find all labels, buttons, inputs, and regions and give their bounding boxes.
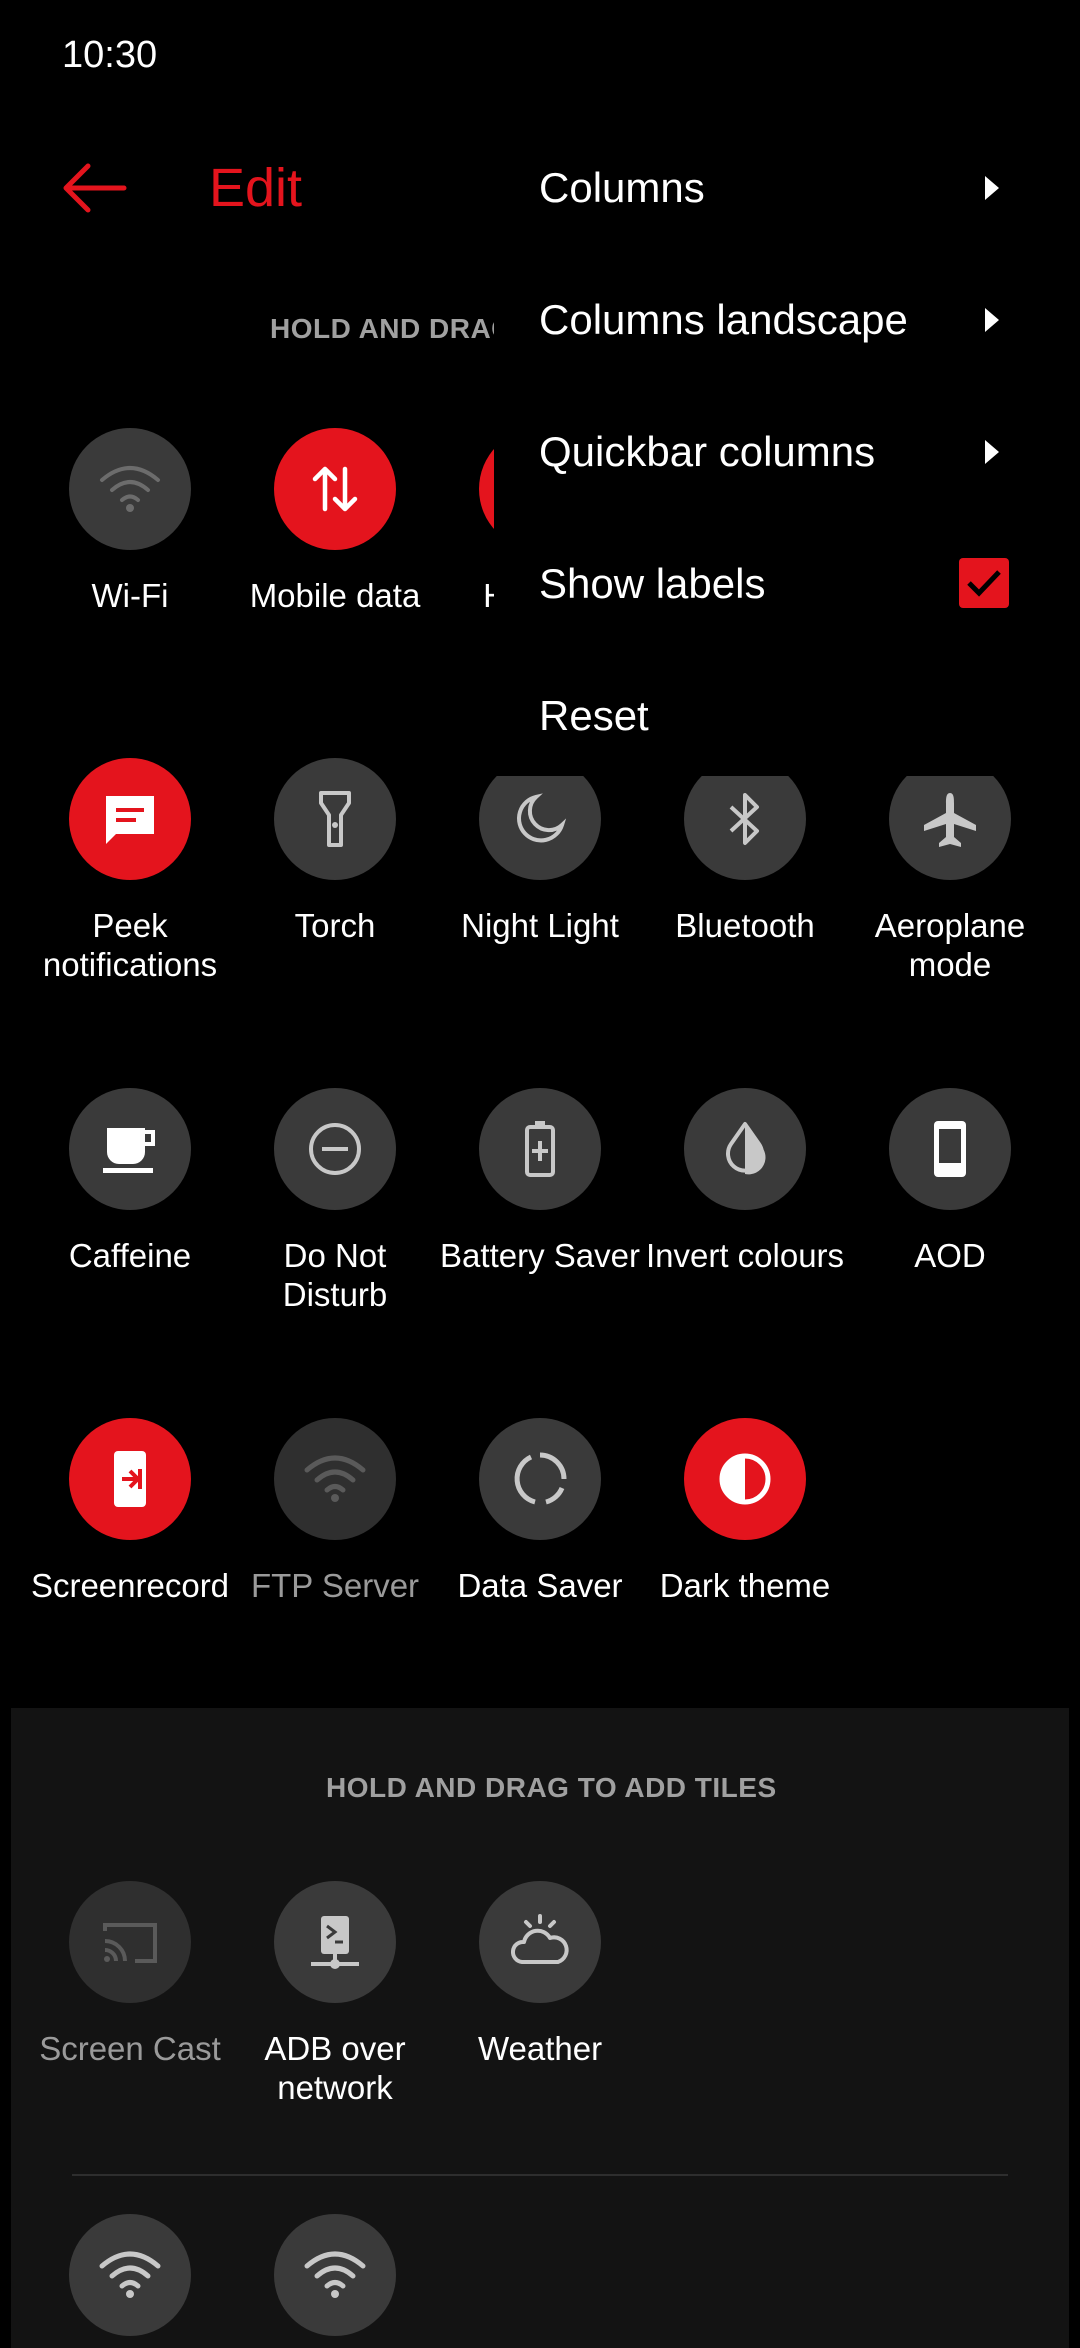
- show-labels-checkbox[interactable]: [959, 558, 1009, 608]
- wifi-icon: [69, 2214, 191, 2336]
- status-bar: 10:30: [0, 0, 1080, 110]
- tile-aeroplane-mode[interactable]: Aeroplane mode: [845, 758, 1055, 984]
- menu-item-reset[interactable]: Reset: [539, 676, 1009, 756]
- wifi-icon: [274, 1418, 396, 1540]
- checkmark-icon: [967, 570, 1001, 597]
- aeroplane-icon: [889, 758, 1011, 880]
- submenu-arrow-icon: [985, 440, 999, 464]
- tile-torch[interactable]: Torch: [230, 758, 440, 945]
- screenrecord-icon: [69, 1418, 191, 1540]
- submenu-arrow-icon: [985, 308, 999, 332]
- wifi-icon: [274, 2214, 396, 2336]
- dark-theme-icon: [684, 1418, 806, 1540]
- tile-dark-theme[interactable]: Dark theme: [640, 1418, 850, 1605]
- tile-mobile-data[interactable]: Mobile data: [230, 428, 440, 615]
- battery-saver-icon: [479, 1088, 601, 1210]
- aod-icon: [889, 1088, 1011, 1210]
- data-saver-icon: [479, 1418, 601, 1540]
- tile-data-saver[interactable]: Data Saver: [435, 1418, 645, 1605]
- weather-icon: [479, 1881, 601, 2003]
- invert-colours-icon: [684, 1088, 806, 1210]
- menu-item-columns[interactable]: Columns: [539, 148, 1009, 228]
- tile-bluetooth[interactable]: Bluetooth: [640, 758, 850, 945]
- tile-wifi-extra-2[interactable]: [230, 2214, 440, 2336]
- tile-night-light[interactable]: Night Light: [435, 758, 645, 945]
- bluetooth-icon: [684, 758, 806, 880]
- menu-item-show-labels[interactable]: Show labels: [539, 544, 1009, 624]
- screen-cast-icon: [69, 1881, 191, 2003]
- do-not-disturb-icon: [274, 1088, 396, 1210]
- page-title: Edit: [209, 158, 303, 218]
- tile-wifi[interactable]: Wi-Fi: [25, 428, 235, 615]
- tile-screen-cast[interactable]: Screen Cast: [25, 1881, 235, 2068]
- add-tiles-header: HOLD AND DRAG TO ADD TILES: [326, 1772, 777, 1803]
- tile-wifi-extra-1[interactable]: [25, 2214, 235, 2336]
- peek-notifications-icon: [69, 758, 191, 880]
- tile-aod[interactable]: AOD: [845, 1088, 1055, 1275]
- tile-adb-over-network[interactable]: ADB over network: [230, 1881, 440, 2107]
- tiles-divider: [72, 2174, 1008, 2176]
- tile-screenrecord[interactable]: Screenrecord: [25, 1418, 235, 1605]
- options-menu: Columns Columns landscape Quickbar colum…: [494, 112, 1040, 776]
- menu-item-columns-landscape[interactable]: Columns landscape: [539, 280, 1009, 360]
- wifi-icon: [69, 428, 191, 550]
- submenu-arrow-icon: [985, 176, 999, 200]
- back-arrow-icon[interactable]: [58, 158, 128, 218]
- torch-icon: [274, 758, 396, 880]
- mobile-data-icon: [274, 428, 396, 550]
- tile-do-not-disturb[interactable]: Do Not Disturb: [230, 1088, 440, 1314]
- tile-peek-notifications[interactable]: Peek notifications: [25, 758, 235, 984]
- night-light-icon: [479, 758, 601, 880]
- status-clock: 10:30: [62, 34, 158, 76]
- adb-icon: [274, 1881, 396, 2003]
- tile-battery-saver[interactable]: Battery Saver: [435, 1088, 645, 1275]
- tile-caffeine[interactable]: Caffeine: [25, 1088, 235, 1275]
- menu-item-quickbar-columns[interactable]: Quickbar columns: [539, 412, 1009, 492]
- tile-ftp-server[interactable]: FTP Server: [230, 1418, 440, 1605]
- tile-invert-colours[interactable]: Invert colours: [640, 1088, 850, 1275]
- tile-weather[interactable]: Weather: [435, 1881, 645, 2068]
- caffeine-icon: [69, 1088, 191, 1210]
